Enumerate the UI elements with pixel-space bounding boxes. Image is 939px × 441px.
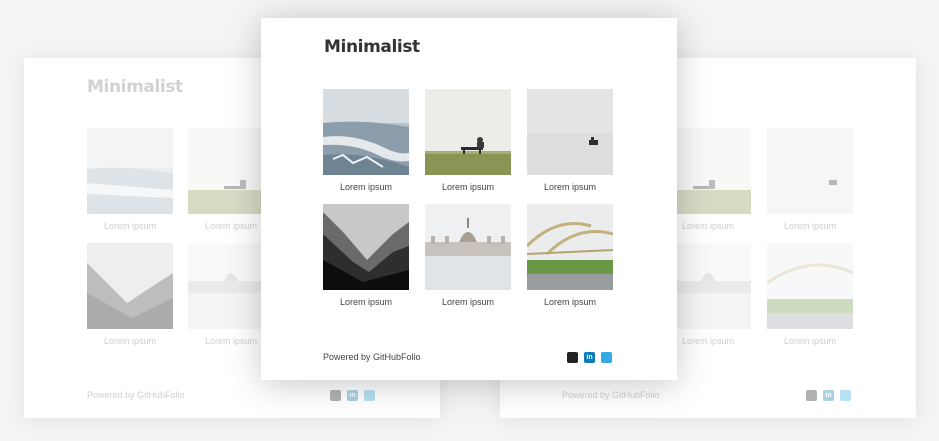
footer-credit: Powered by GitHubFolio	[87, 390, 185, 400]
github-icon[interactable]	[330, 390, 341, 401]
social-links: in	[806, 390, 851, 401]
thumb-caption: Lorem ipsum	[103, 336, 157, 346]
github-icon[interactable]	[806, 390, 817, 401]
thumb-caption: Lorem ipsum	[543, 297, 597, 307]
gallery-thumb-parliament-building[interactable]	[425, 204, 511, 290]
social-links: in	[567, 352, 612, 363]
thumb-caption: Lorem ipsum	[783, 336, 837, 346]
twitter-icon[interactable]	[601, 352, 612, 363]
gallery-thumb-boat-lake[interactable]	[527, 89, 613, 175]
site-title: Minimalist	[87, 77, 183, 97]
thumb-caption: Lorem ipsum	[681, 221, 735, 231]
gallery-thumb-frozen-shore[interactable]	[87, 128, 173, 214]
gallery-thumb-misty-valley[interactable]	[87, 243, 173, 329]
main-theme-preview: Minimalist Lorem ipsum Lorem ipsum Lorem…	[261, 18, 677, 380]
thumb-caption: Lorem ipsum	[441, 182, 495, 192]
linkedin-icon[interactable]: in	[584, 352, 595, 363]
linkedin-icon[interactable]: in	[823, 390, 834, 401]
social-links: in	[330, 390, 375, 401]
twitter-icon[interactable]	[364, 390, 375, 401]
site-title: Minimalist	[324, 37, 420, 57]
thumb-caption: Lorem ipsum	[681, 336, 735, 346]
thumb-caption: Lorem ipsum	[339, 182, 393, 192]
gallery-thumb-bench-field[interactable]	[665, 128, 751, 214]
footer-credit: Powered by GitHubFolio	[323, 352, 421, 362]
gallery-thumb-arched-bridge[interactable]	[527, 204, 613, 290]
thumb-caption: Lorem ipsum	[783, 221, 837, 231]
gallery-thumb-parliament-building[interactable]	[665, 243, 751, 329]
github-icon[interactable]	[567, 352, 578, 363]
gallery-thumb-misty-valley[interactable]	[323, 204, 409, 290]
thumb-caption: Lorem ipsum	[543, 182, 597, 192]
linkedin-icon[interactable]: in	[347, 390, 358, 401]
thumb-caption: Lorem ipsum	[339, 297, 393, 307]
footer-credit: Powered by GitHubFolio	[562, 390, 660, 400]
gallery-thumb-boat-lake[interactable]	[767, 128, 853, 214]
gallery-thumb-bench-field[interactable]	[425, 89, 511, 175]
thumb-caption: Lorem ipsum	[441, 297, 495, 307]
twitter-icon[interactable]	[840, 390, 851, 401]
thumb-caption: Lorem ipsum	[103, 221, 157, 231]
gallery-thumb-arched-bridge[interactable]	[767, 243, 853, 329]
gallery-thumb-frozen-shore[interactable]	[323, 89, 409, 175]
